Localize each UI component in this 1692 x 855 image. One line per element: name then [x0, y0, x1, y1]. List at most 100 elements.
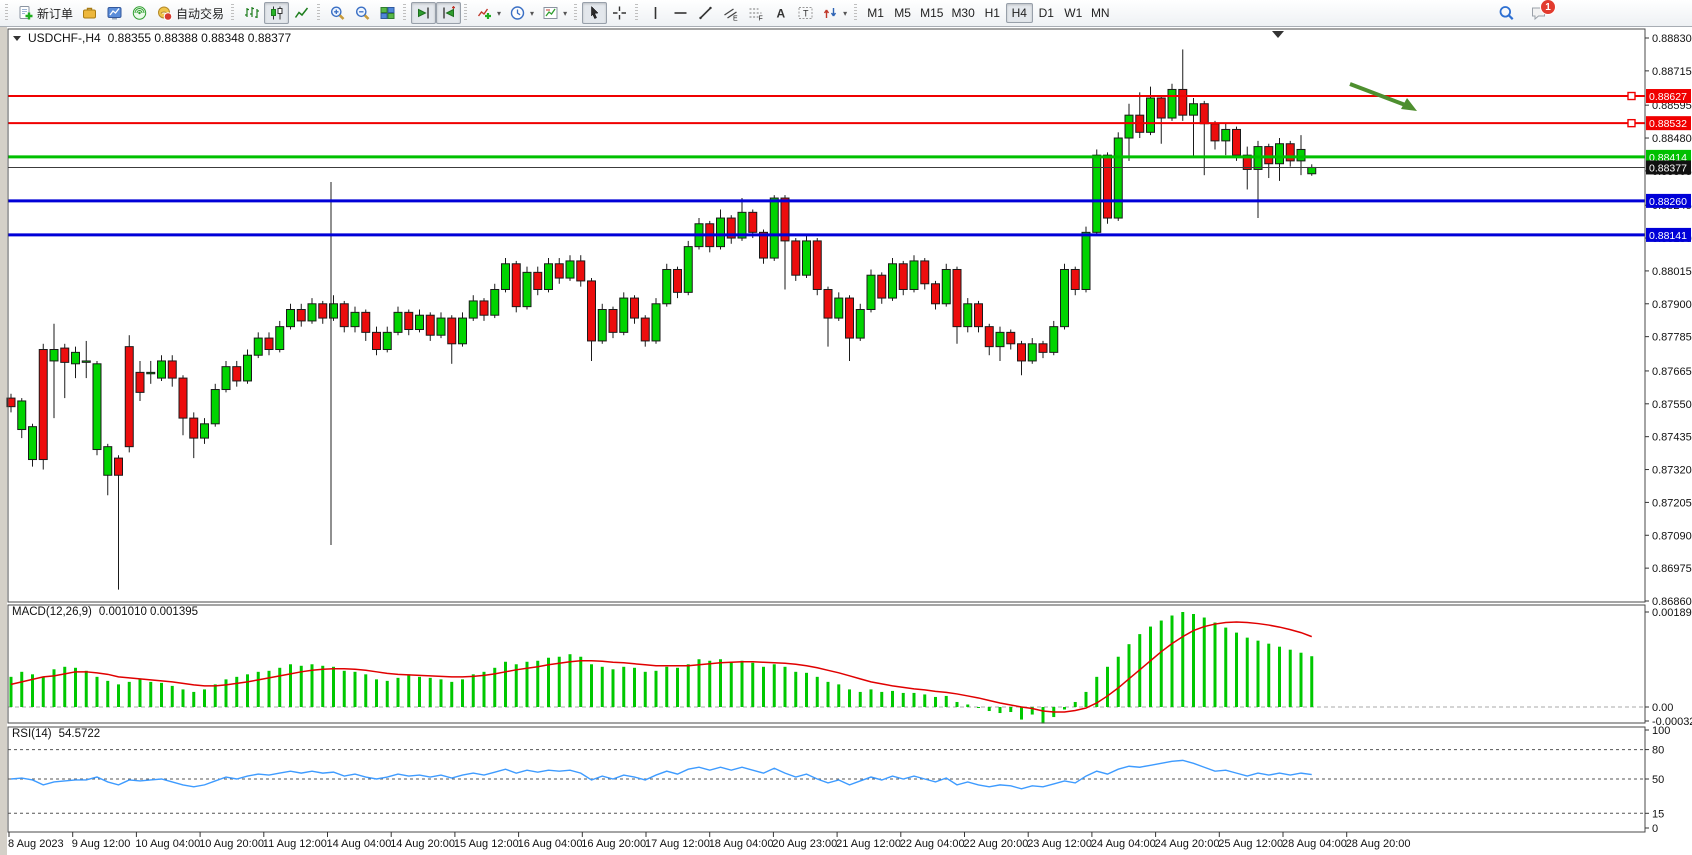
indicators-button[interactable]: ▾ — [472, 2, 505, 24]
tf-m1-button[interactable]: M1 — [862, 3, 889, 23]
chart-canvas[interactable]: 0.888300.887150.885950.884800.883650.882… — [0, 27, 1692, 855]
macd-bar — [579, 657, 582, 707]
arrow-objects-icon — [822, 5, 839, 21]
candle-body — [749, 212, 757, 232]
candle-body — [1125, 115, 1133, 138]
tile-windows-button[interactable] — [375, 2, 400, 24]
auto-scroll-button[interactable] — [411, 2, 436, 24]
macd-bar — [665, 667, 668, 707]
macd-bar — [397, 678, 400, 707]
market-panel-button[interactable] — [102, 2, 127, 24]
vertical-line-tool-button[interactable] — [643, 2, 668, 24]
candle-body — [1222, 129, 1230, 140]
trendline-tool-button[interactable] — [693, 2, 718, 24]
mt4-terminal-window: { "toolbar": { "notification_count": "1"… — [0, 0, 1692, 855]
templates-button[interactable]: ▾ — [538, 2, 571, 24]
indicators-dropdown-icon[interactable]: ▾ — [497, 9, 501, 18]
zoom-in-button[interactable] — [325, 2, 350, 24]
crosshair-button[interactable] — [607, 2, 632, 24]
periods-button[interactable]: ▾ — [505, 2, 538, 24]
tf-m5-button[interactable]: M5 — [889, 3, 916, 23]
svg-text:24 Aug 20:00: 24 Aug 20:00 — [1155, 838, 1220, 850]
zoom-out-button[interactable] — [350, 2, 375, 24]
new-order-button[interactable]: 新订单 — [13, 2, 77, 24]
svg-text:0.00: 0.00 — [1652, 702, 1673, 714]
svg-text:0.87550: 0.87550 — [1652, 399, 1692, 411]
candle-body — [1050, 327, 1058, 353]
chart-shift-button[interactable] — [436, 2, 461, 24]
chart-profiles-button[interactable] — [77, 2, 102, 24]
candle-body — [201, 424, 209, 438]
line-handle[interactable] — [1628, 93, 1635, 100]
macd-bar — [246, 674, 249, 707]
text-tool-icon: A — [772, 5, 789, 21]
macd-bar — [96, 677, 99, 707]
arrow-objects-dropdown-icon[interactable]: ▾ — [843, 9, 847, 18]
signals-button[interactable] — [127, 2, 152, 24]
periods-dropdown-icon[interactable]: ▾ — [530, 9, 534, 18]
macd-bar — [751, 663, 754, 707]
horizontal-line-tool-button[interactable] — [668, 2, 693, 24]
candle-body — [459, 318, 467, 344]
cursor-icon — [586, 5, 603, 21]
bar-chart-button[interactable] — [239, 2, 264, 24]
text-tool-button[interactable]: A — [768, 2, 793, 24]
svg-text:9 Aug 12:00: 9 Aug 12:00 — [72, 838, 131, 850]
arrow-objects-button[interactable]: ▾ — [818, 2, 851, 24]
candle-body — [244, 355, 252, 381]
auto-scroll-icon — [415, 5, 432, 21]
equidistant-channel-button[interactable]: E — [718, 2, 743, 24]
macd-bar — [1128, 644, 1131, 707]
tf-mn-button[interactable]: MN — [1087, 3, 1114, 23]
tf-m30-button[interactable]: M30 — [947, 3, 978, 23]
macd-bar — [1106, 667, 1109, 707]
line-handle[interactable] — [1628, 120, 1635, 127]
candle-body — [211, 390, 219, 424]
zoom-in-icon — [329, 5, 346, 21]
auto-trading-button[interactable]: 自动交易 — [152, 2, 228, 24]
line-chart-button[interactable] — [289, 2, 314, 24]
svg-text:28 Aug 04:00: 28 Aug 04:00 — [1282, 838, 1347, 850]
svg-text:F: F — [759, 16, 763, 22]
svg-text:14 Aug 20:00: 14 Aug 20:00 — [390, 838, 455, 850]
svg-text:22 Aug 04:00: 22 Aug 04:00 — [900, 838, 965, 850]
candle-body — [964, 304, 972, 327]
templates-dropdown-icon[interactable]: ▾ — [563, 9, 567, 18]
search-button[interactable] — [1494, 2, 1518, 24]
candle-body — [480, 301, 488, 315]
text-label-tool-button[interactable]: T — [793, 2, 818, 24]
macd-bar — [343, 671, 346, 707]
tf-h4-button[interactable]: H4 — [1006, 3, 1033, 23]
zoom-out-icon — [354, 5, 371, 21]
chart-background — [0, 27, 1692, 855]
macd-bar — [10, 677, 13, 707]
candle-body — [265, 338, 273, 349]
cursor-button[interactable] — [582, 2, 607, 24]
candle-body — [684, 247, 692, 293]
candle-body — [276, 327, 284, 350]
macd-bar — [590, 664, 593, 707]
candlestick-chart-button[interactable] — [264, 2, 289, 24]
macd-bar — [719, 659, 722, 707]
macd-bar — [536, 661, 539, 707]
tf-w1-button[interactable]: W1 — [1060, 3, 1087, 23]
macd-bar — [837, 684, 840, 707]
candle-body — [491, 289, 499, 315]
macd-bar — [1042, 707, 1045, 724]
macd-bar — [966, 704, 969, 707]
candle-body — [631, 298, 639, 318]
vertical-line-tool-icon — [647, 5, 664, 21]
macd-bar — [827, 682, 830, 707]
candle-body — [792, 241, 800, 275]
tf-d1-button[interactable]: D1 — [1033, 3, 1060, 23]
tf-h1-button[interactable]: H1 — [979, 3, 1006, 23]
candle-body — [674, 269, 682, 292]
candle-body — [158, 361, 166, 378]
tf-m15-button[interactable]: M15 — [916, 3, 947, 23]
chart-menu-icon[interactable] — [13, 36, 21, 41]
fibonacci-retracement-button[interactable]: F — [743, 2, 768, 24]
candle-body — [523, 272, 531, 306]
notifications-button[interactable]: 1 — [1526, 2, 1550, 24]
macd-bar — [999, 707, 1002, 713]
macd-bar — [956, 702, 959, 707]
